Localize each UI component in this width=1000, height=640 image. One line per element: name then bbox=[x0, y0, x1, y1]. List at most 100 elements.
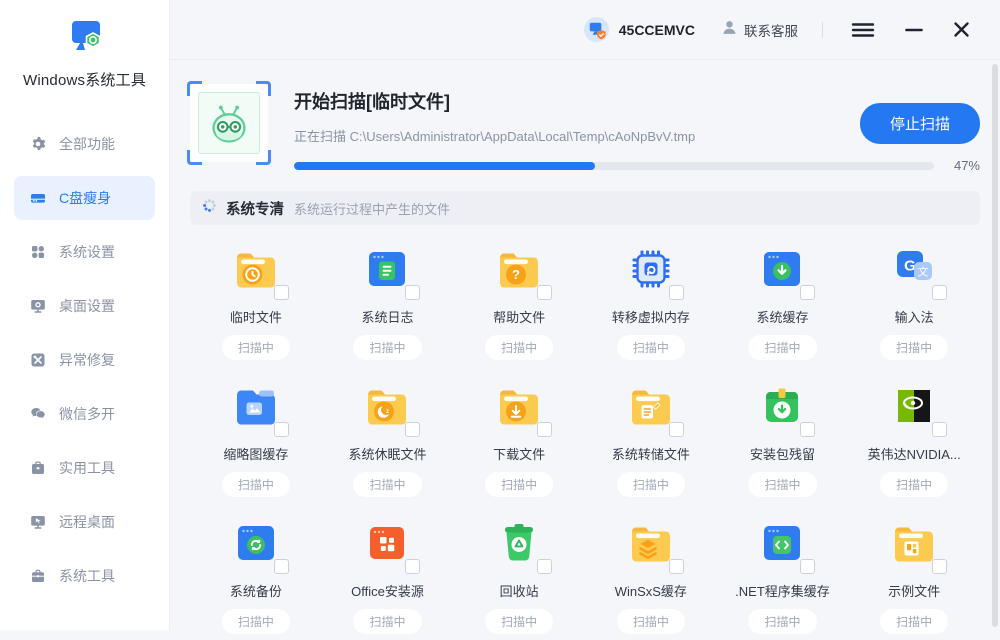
checkbox-input-method[interactable] bbox=[932, 285, 947, 300]
grid-item-system-backup[interactable]: 系统备份扫描中 bbox=[190, 507, 322, 640]
grid-item-dump-files[interactable]: 系统转储文件扫描中 bbox=[585, 370, 717, 503]
repair-icon bbox=[30, 352, 46, 368]
checkbox-thumbnail-cache[interactable] bbox=[274, 422, 289, 437]
progress-track bbox=[294, 162, 934, 170]
svg-text:?: ? bbox=[512, 267, 520, 282]
checkbox-system-backup[interactable] bbox=[274, 559, 289, 574]
status-badge: 扫描中 bbox=[485, 472, 553, 497]
sidebar-item-label: 远程桌面 bbox=[59, 512, 115, 532]
sidebar-item-error-repair[interactable]: 异常修复 bbox=[14, 338, 155, 382]
folder-sleep-icon: z bbox=[363, 382, 411, 430]
svg-text:文: 文 bbox=[918, 265, 929, 279]
sidebar-item-wechat-multi[interactable]: 微信多开 bbox=[14, 392, 155, 436]
checkbox-recycle-bin[interactable] bbox=[537, 559, 552, 574]
status-badge: 扫描中 bbox=[880, 472, 948, 497]
grid-item-hibernation-file[interactable]: z系统休眠文件扫描中 bbox=[322, 370, 454, 503]
recycle-bin-icon bbox=[495, 519, 543, 567]
checkbox-installer-residue[interactable] bbox=[800, 422, 815, 437]
sidebar-item-c-drive-slim[interactable]: C盘瘦身 bbox=[14, 176, 155, 220]
grid-item-label: 系统缓存 bbox=[756, 307, 808, 326]
grid-item-winsxs-cache[interactable]: WinSxS缓存扫描中 bbox=[585, 507, 717, 640]
menu-icon[interactable] bbox=[847, 18, 879, 42]
grid-item-office-source[interactable]: Office安装源扫描中 bbox=[322, 507, 454, 640]
svg-text:z: z bbox=[386, 409, 389, 415]
sidebar-item-system-settings[interactable]: 系统设置 bbox=[14, 230, 155, 274]
grid-item-help-files[interactable]: ?帮助文件扫描中 bbox=[453, 233, 585, 366]
checkbox-help-files[interactable] bbox=[537, 285, 552, 300]
sidebar-item-label: 系统工具 bbox=[59, 566, 115, 586]
sidebar-item-label: C盘瘦身 bbox=[59, 188, 111, 208]
checkbox-dotnet-cache[interactable] bbox=[800, 559, 815, 574]
close-icon[interactable] bbox=[949, 17, 974, 42]
folder-sample-icon bbox=[890, 519, 938, 567]
minimize-icon[interactable] bbox=[901, 18, 927, 42]
grid-item-sample-files[interactable]: 示例文件扫描中 bbox=[848, 507, 980, 640]
status-badge: 扫描中 bbox=[222, 609, 290, 634]
grid-item-label: 转移虚拟内存 bbox=[612, 307, 690, 326]
app-window: Windows系统工具 全部功能 C盘瘦身系统设置桌面设置异常修复微信多开实用工具… bbox=[0, 0, 1000, 630]
checkbox-system-cache[interactable] bbox=[800, 285, 815, 300]
grid-item-recycle-bin[interactable]: 回收站扫描中 bbox=[453, 507, 585, 640]
section-title: 系统专清 bbox=[226, 198, 284, 219]
section-subtitle: 系统运行过程中产生的文件 bbox=[294, 199, 450, 218]
stop-scan-button[interactable]: 停止扫描 bbox=[860, 103, 980, 144]
status-badge: 扫描中 bbox=[485, 609, 553, 634]
status-badge: 扫描中 bbox=[880, 335, 948, 360]
sidebar-item-desktop-settings[interactable]: 桌面设置 bbox=[14, 284, 155, 328]
status-badge: 扫描中 bbox=[222, 472, 290, 497]
scrollbar[interactable] bbox=[992, 64, 998, 627]
sidebar-item-label: 异常修复 bbox=[59, 350, 115, 370]
grid-item-temp-files[interactable]: 临时文件扫描中 bbox=[190, 233, 322, 366]
grid-item-label: 英伟达NVIDIA... bbox=[868, 444, 961, 463]
checkbox-sample-files[interactable] bbox=[932, 559, 947, 574]
checkbox-virtual-memory[interactable] bbox=[669, 285, 684, 300]
grid-item-nvidia[interactable]: 英伟达NVIDIA... 扫描中 bbox=[848, 370, 980, 503]
checkbox-nvidia[interactable] bbox=[932, 422, 947, 437]
folder-layers-icon bbox=[627, 519, 675, 567]
grid-item-system-cache[interactable]: 系统缓存扫描中 bbox=[717, 233, 849, 366]
contact-support-label: 联系客服 bbox=[744, 20, 798, 40]
grid-item-download-files[interactable]: 下载文件扫描中 bbox=[453, 370, 585, 503]
grid-item-virtual-memory[interactable]: 转移虚拟内存扫描中 bbox=[585, 233, 717, 366]
chip-icon bbox=[627, 245, 675, 293]
sidebar-item-system-tools[interactable]: 系统工具 bbox=[14, 554, 155, 598]
sidebar-item-all-features[interactable]: 全部功能 bbox=[14, 122, 155, 166]
folder-image-icon bbox=[232, 382, 280, 430]
checkbox-hibernation-file[interactable] bbox=[405, 422, 420, 437]
contact-support-button[interactable]: 联系客服 bbox=[721, 19, 798, 41]
checkbox-temp-files[interactable] bbox=[274, 285, 289, 300]
grid-item-label: 临时文件 bbox=[230, 307, 282, 326]
grid-item-label: 帮助文件 bbox=[493, 307, 545, 326]
account-avatar bbox=[583, 16, 610, 43]
checkbox-download-files[interactable] bbox=[537, 422, 552, 437]
office-icon bbox=[363, 519, 411, 567]
spinner-icon bbox=[202, 198, 226, 218]
sidebar-item-label: 桌面设置 bbox=[59, 296, 115, 316]
app-title: Windows系统工具 bbox=[0, 69, 169, 90]
account-name: 45CCEMVC bbox=[619, 22, 695, 38]
grid-item-system-logs[interactable]: 系统日志扫描中 bbox=[322, 233, 454, 366]
grid-item-label: WinSxS缓存 bbox=[615, 581, 687, 600]
status-badge: 扫描中 bbox=[617, 472, 685, 497]
grid-item-label: .NET程序集缓存 bbox=[735, 581, 830, 600]
grid-item-label: 回收站 bbox=[500, 581, 539, 600]
status-badge: 扫描中 bbox=[353, 335, 421, 360]
grid-item-input-method[interactable]: G文输入法扫描中 bbox=[848, 233, 980, 366]
grid-item-dotnet-cache[interactable]: .NET程序集缓存扫描中 bbox=[717, 507, 849, 640]
grid-item-installer-residue[interactable]: 安装包残留扫描中 bbox=[717, 370, 849, 503]
app-logo-icon bbox=[0, 0, 169, 65]
grid-item-label: 缩略图缓存 bbox=[223, 444, 288, 463]
sidebar-item-remote-desktop[interactable]: 远程桌面 bbox=[14, 500, 155, 544]
checkbox-dump-files[interactable] bbox=[669, 422, 684, 437]
account-button[interactable]: 45CCEMVC bbox=[583, 16, 695, 43]
titlebar-divider bbox=[822, 22, 823, 38]
checkbox-system-logs[interactable] bbox=[405, 285, 420, 300]
grid-icon bbox=[30, 244, 46, 260]
person-icon bbox=[721, 19, 744, 41]
checkbox-office-source[interactable] bbox=[405, 559, 420, 574]
grid-item-thumbnail-cache[interactable]: 缩略图缓存扫描中 bbox=[190, 370, 322, 503]
sidebar-item-utility-tools[interactable]: 实用工具 bbox=[14, 446, 155, 490]
checkbox-winsxs-cache[interactable] bbox=[669, 559, 684, 574]
window-code-icon bbox=[758, 519, 806, 567]
remote-desktop-icon bbox=[30, 514, 46, 530]
